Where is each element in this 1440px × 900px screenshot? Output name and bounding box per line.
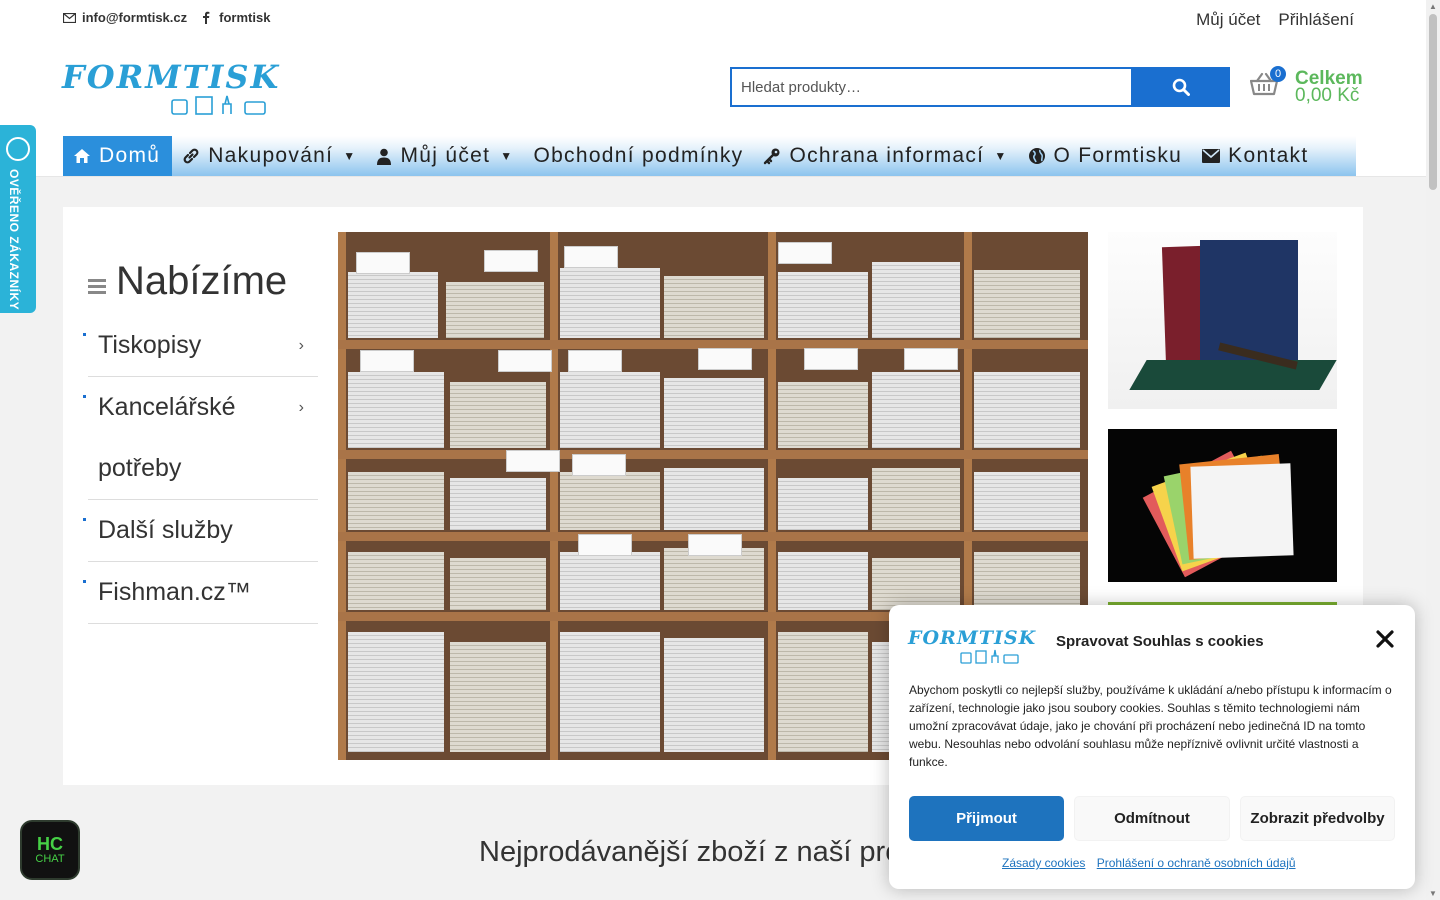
accept-cookies-button[interactable]: Přijmout bbox=[909, 796, 1064, 841]
verified-by-customers-badge[interactable]: OVĚŘENO ZÁKAZNÍKY bbox=[0, 125, 36, 313]
category-label: Kancelářské potřeby bbox=[98, 393, 236, 482]
cookie-policy-link[interactable]: Zásady cookies bbox=[1002, 856, 1085, 870]
site-header: info@formtisk.cz formtisk Můj účet Přihl… bbox=[0, 0, 1426, 177]
nav-privacy[interactable]: Ochrana informací ▼ bbox=[753, 136, 1017, 176]
cart-widget[interactable]: 0 Celkem 0,00 Kč bbox=[1248, 66, 1368, 110]
my-account-link[interactable]: Můj účet bbox=[1196, 10, 1260, 30]
category-office-supplies[interactable]: Kancelářské potřeby › bbox=[83, 377, 318, 500]
cookie-logo-text: FORMTISK bbox=[908, 627, 1037, 649]
envelope-icon bbox=[62, 11, 76, 25]
envelope-icon bbox=[1202, 149, 1221, 163]
category-menu-title: Nabízíme bbox=[116, 259, 288, 303]
category-menu-heading: Nabízíme bbox=[88, 259, 287, 304]
logo-office-icons bbox=[171, 95, 266, 115]
chevron-right-icon: › bbox=[298, 399, 304, 416]
cookie-dialog-title: Spravovat Souhlas s cookies bbox=[1056, 633, 1264, 650]
nav-terms[interactable]: Obchodní podmínky bbox=[523, 136, 753, 176]
main-navigation: Domů Nakupování ▼ Můj účet ▼ Obchodní po… bbox=[63, 136, 1356, 176]
category-label: Další služby bbox=[98, 516, 233, 544]
cookie-policy-links: Zásady cookies Prohlášení o ochraně osob… bbox=[1002, 856, 1304, 870]
nav-shopping-label: Nakupování bbox=[208, 144, 334, 167]
nav-home-label: Domů bbox=[99, 144, 161, 167]
nav-about[interactable]: O Formtisku bbox=[1018, 136, 1193, 176]
scroll-down-icon[interactable]: ▼ bbox=[1429, 889, 1437, 898]
nav-home[interactable]: Domů bbox=[63, 136, 173, 176]
nav-about-label: O Formtisku bbox=[1053, 144, 1183, 167]
bestsellers-heading: Nejprodávanější zboží z naší prod bbox=[479, 836, 918, 868]
cart-total-value: 0,00 Kč bbox=[1295, 85, 1360, 106]
product-search bbox=[730, 67, 1230, 107]
nav-terms-label: Obchodní podmínky bbox=[533, 144, 744, 167]
nav-my-account[interactable]: Můj účet ▼ bbox=[366, 136, 523, 176]
scrollbar-thumb[interactable] bbox=[1429, 14, 1437, 190]
privacy-statement-link[interactable]: Prohlášení o ochraně osobních údajů bbox=[1097, 856, 1296, 870]
cart-count-badge: 0 bbox=[1270, 66, 1286, 82]
key-icon bbox=[763, 147, 781, 165]
cookie-dialog-logo: FORMTISK bbox=[908, 627, 1037, 664]
chevron-right-icon: › bbox=[298, 337, 304, 354]
nav-contact-label: Kontakt bbox=[1228, 144, 1309, 167]
logo-text: FORMTISK bbox=[62, 58, 281, 96]
logo-office-icons bbox=[960, 649, 1019, 664]
contact-email[interactable]: info@formtisk.cz bbox=[82, 10, 187, 25]
cookie-dialog-text: Abychom poskytli co nejlepší služby, pou… bbox=[909, 683, 1392, 769]
globe-icon bbox=[1028, 147, 1046, 165]
category-label: Tiskopisy bbox=[98, 331, 202, 359]
chevron-down-icon: ▼ bbox=[343, 149, 357, 163]
facebook-icon bbox=[199, 11, 213, 25]
category-forms[interactable]: Tiskopisy › bbox=[83, 315, 318, 377]
user-icon bbox=[376, 148, 392, 165]
chevron-down-icon: ▼ bbox=[500, 149, 514, 163]
topbar-contact: info@formtisk.cz formtisk bbox=[62, 10, 270, 25]
page-scrollbar[interactable]: ▲ ▼ bbox=[1426, 0, 1440, 900]
deny-cookies-button[interactable]: Odmítnout bbox=[1074, 796, 1230, 841]
chevron-down-icon: ▼ bbox=[994, 149, 1008, 163]
contact-facebook[interactable]: formtisk bbox=[219, 10, 270, 25]
login-link[interactable]: Přihlášení bbox=[1278, 10, 1354, 30]
promo-print-labels-image[interactable] bbox=[1108, 429, 1337, 582]
link-icon bbox=[182, 147, 200, 165]
chat-button[interactable]: HC CHAT bbox=[20, 820, 80, 880]
category-label: Fishman.cz™ bbox=[98, 578, 251, 606]
category-menu: Tiskopisy › Kancelářské potřeby › Další … bbox=[83, 315, 318, 624]
scroll-up-icon[interactable]: ▲ bbox=[1429, 2, 1437, 11]
close-icon[interactable] bbox=[1375, 629, 1395, 649]
verified-seal-icon bbox=[6, 137, 30, 161]
search-input[interactable] bbox=[730, 67, 1131, 107]
category-other-services[interactable]: Další služby bbox=[83, 500, 318, 562]
nav-privacy-label: Ochrana informací bbox=[789, 144, 985, 167]
menu-icon bbox=[88, 278, 106, 297]
promo-thesis-binding-image[interactable] bbox=[1108, 232, 1337, 409]
chat-label: CHAT bbox=[35, 852, 65, 865]
search-icon bbox=[1172, 78, 1190, 96]
chat-logo-text: HC bbox=[37, 833, 63, 854]
nav-shopping[interactable]: Nakupování ▼ bbox=[172, 136, 366, 176]
verified-badge-text: OVĚŘENO ZÁKAZNÍKY bbox=[7, 169, 21, 311]
home-icon bbox=[73, 148, 91, 164]
view-preferences-button[interactable]: Zobrazit předvolby bbox=[1240, 796, 1395, 841]
category-fishman[interactable]: Fishman.cz™ bbox=[83, 562, 318, 624]
account-links: Můj účet Přihlášení bbox=[1178, 10, 1354, 30]
nav-contact[interactable]: Kontakt bbox=[1192, 136, 1318, 176]
search-button[interactable] bbox=[1131, 67, 1230, 107]
site-logo[interactable]: FORMTISK bbox=[62, 58, 281, 116]
nav-my-account-label: Můj účet bbox=[400, 144, 491, 167]
cookie-consent-dialog: FORMTISK Spravovat Souhlas s cookies Aby… bbox=[889, 605, 1415, 889]
